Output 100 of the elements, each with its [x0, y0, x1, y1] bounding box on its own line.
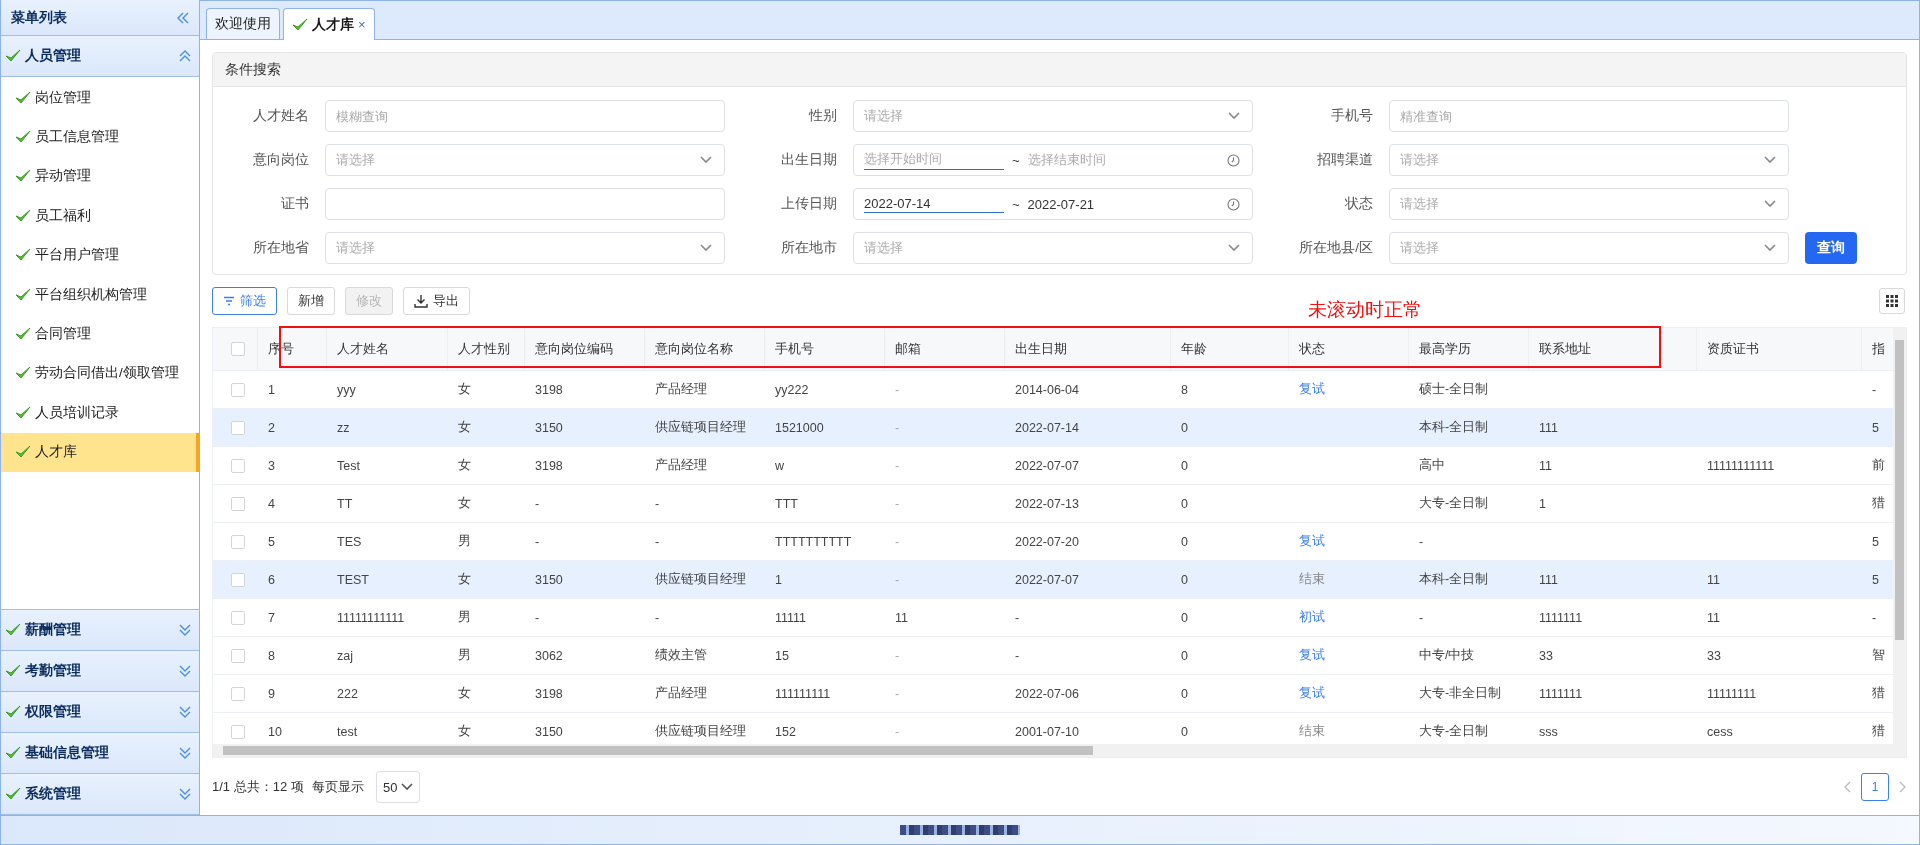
double-chevron-down-icon[interactable] — [179, 788, 191, 800]
chevron-down-icon — [700, 156, 712, 164]
column-header: 最高学历 — [1419, 340, 1471, 358]
checkmark-icon — [15, 169, 31, 184]
checkbox[interactable] — [231, 648, 245, 663]
menu-item[interactable]: 人员培训记录 — [1, 393, 199, 433]
text-field[interactable]: 精准查询 — [1389, 100, 1789, 132]
checkbox[interactable] — [231, 686, 245, 701]
checkbox[interactable] — [231, 342, 245, 356]
toolbar-button[interactable]: 新增 — [287, 287, 335, 315]
clock-icon — [1227, 197, 1240, 211]
status-link[interactable]: 复试 — [1299, 648, 1325, 662]
toolbar-button[interactable]: 筛选 — [212, 287, 277, 315]
table-cell: Test — [337, 458, 360, 473]
status-link[interactable]: 复试 — [1299, 382, 1325, 396]
status-link[interactable]: 复试 — [1299, 686, 1325, 700]
menu-item[interactable]: 劳动合同借出/领取管理 — [1, 353, 199, 394]
table-cell: 0 — [1181, 572, 1188, 587]
table-cell: 女 — [458, 382, 471, 396]
checkbox[interactable] — [231, 458, 245, 473]
menu-group-header[interactable]: 系统管理 — [1, 774, 199, 815]
checkmark-icon — [15, 90, 31, 105]
menu-group-header[interactable]: 考勤管理 — [1, 651, 199, 692]
table-cell: - — [895, 724, 900, 739]
table-cell: 33 — [1539, 648, 1553, 663]
double-chevron-down-icon[interactable] — [179, 747, 191, 759]
column-header: 年龄 — [1181, 340, 1207, 358]
checkbox[interactable] — [231, 724, 245, 739]
table-cell: 8 — [268, 648, 275, 663]
field-label: 招聘渠道 — [1316, 151, 1373, 169]
table-cell: 11111111111 — [337, 610, 405, 625]
double-chevron-down-icon[interactable] — [179, 706, 191, 718]
table-cell: 3150 — [535, 572, 563, 587]
menu-item[interactable]: 平台用户管理 — [1, 235, 199, 275]
checkbox[interactable] — [231, 572, 245, 587]
table-cell: 5 — [1872, 534, 1879, 549]
table-cell: 大专-非全日制 — [1419, 686, 1502, 700]
page-size-select[interactable]: 50 — [375, 771, 420, 803]
page-button[interactable]: 1 — [1861, 773, 1889, 801]
double-chevron-left-icon[interactable] — [177, 11, 189, 24]
table-cell: 11111111111 — [1707, 458, 1775, 473]
checkmark-icon — [15, 445, 31, 460]
prev-page-icon[interactable] — [1843, 781, 1853, 793]
status-link[interactable]: 初试 — [1299, 610, 1325, 624]
checkbox[interactable] — [231, 534, 245, 549]
double-chevron-down-icon[interactable] — [179, 624, 191, 636]
table-cell: 1111111 — [1539, 610, 1583, 625]
tab[interactable]: 人才库 × — [283, 8, 375, 40]
table-cell: 1 — [775, 572, 782, 587]
horizontal-scrollbar[interactable] — [213, 744, 1906, 757]
menu-group-header[interactable]: 权限管理 — [1, 692, 199, 733]
table-cell: - — [535, 496, 540, 511]
double-chevron-up-icon[interactable] — [179, 50, 191, 62]
menu-item[interactable]: 合同管理 — [1, 314, 199, 354]
table-cell: 0 — [1181, 420, 1188, 435]
checkmark-icon — [5, 623, 21, 637]
table-cell: 1111111 — [1539, 686, 1583, 701]
checkbox[interactable] — [231, 610, 245, 625]
filter-icon — [223, 296, 235, 306]
table-cell: 高中 — [1419, 458, 1445, 472]
columns-button[interactable] — [1879, 288, 1905, 314]
double-chevron-down-icon[interactable] — [179, 665, 191, 677]
checkbox[interactable] — [231, 382, 245, 397]
table-cell: 5 — [1872, 572, 1879, 587]
menu-group-header[interactable]: 薪酬管理 — [1, 610, 199, 651]
column-header: 联系地址 — [1539, 340, 1591, 358]
next-page-icon[interactable] — [1897, 781, 1907, 793]
toolbar-button[interactable]: 导出 — [403, 287, 470, 315]
table-cell: cess — [1707, 724, 1733, 739]
table-cell: - — [895, 382, 900, 397]
vertical-scrollbar[interactable] — [1893, 328, 1906, 744]
menu-item[interactable]: 员工福利 — [1, 196, 199, 236]
menu-item[interactable]: 员工信息管理 — [1, 117, 199, 157]
text-field[interactable] — [325, 188, 725, 220]
menu-item[interactable]: 平台组织机构管理 — [1, 274, 199, 315]
menu-group-header[interactable]: 基础信息管理 — [1, 733, 199, 774]
menu-item[interactable]: 异动管理 — [1, 156, 199, 197]
table-cell: 3150 — [535, 724, 563, 739]
table-cell: - — [895, 572, 900, 587]
text-field[interactable]: 模糊查询 — [325, 100, 725, 132]
table-cell: - — [1015, 648, 1020, 663]
tab[interactable]: 欢迎使用 — [206, 8, 280, 39]
checkbox[interactable] — [231, 496, 245, 511]
menu-group-header[interactable]: 人员管理 — [1, 36, 199, 77]
panel-title: 条件搜索 — [225, 60, 281, 79]
table-cell: 2022-07-06 — [1015, 686, 1079, 701]
menu-item[interactable]: 岗位管理 — [1, 78, 199, 118]
close-icon[interactable]: × — [358, 17, 366, 32]
table-cell: 2001-07-10 — [1015, 724, 1079, 739]
menu-item[interactable]: 人才库 — [1, 432, 199, 472]
status-link[interactable]: 复试 — [1299, 534, 1325, 548]
start-date-field[interactable]: 2022-07-14 — [864, 195, 1004, 213]
table-cell: 11 — [1707, 572, 1720, 587]
status-link[interactable]: 结束 — [1299, 724, 1325, 738]
table-cell: 男 — [458, 610, 471, 624]
table-cell: - — [535, 534, 540, 549]
checkbox[interactable] — [231, 420, 245, 435]
end-date-field[interactable]: 2022-07-21 — [1027, 196, 1219, 212]
table-cell: 1 — [268, 382, 275, 397]
search-button[interactable]: 查询 — [1805, 232, 1857, 264]
